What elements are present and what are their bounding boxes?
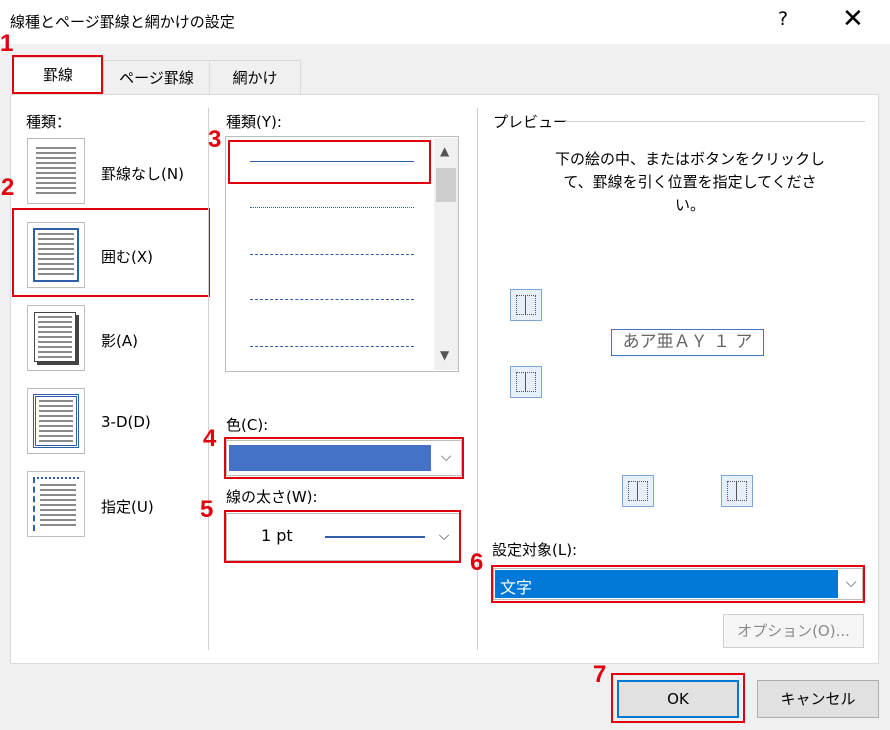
- column-divider: [208, 108, 209, 650]
- window-title: 線種とページ罫線と網かけの設定: [10, 13, 235, 31]
- setting-shadow-label[interactable]: 影(A): [101, 330, 138, 351]
- annotation-number: 5: [200, 496, 214, 523]
- color-label: 色(C):: [226, 416, 269, 434]
- style-heading: 種類(Y):: [226, 113, 282, 131]
- left-border-button-icon[interactable]: [622, 475, 654, 507]
- highlight-color: [224, 437, 464, 479]
- annotation-number: 2: [1, 174, 15, 201]
- highlight-apply-to: [491, 565, 865, 603]
- 3d-preview-icon[interactable]: [27, 388, 85, 454]
- preview-sample-text[interactable]: あア亜ＡＹ １ ア: [611, 329, 764, 356]
- scroll-down-icon[interactable]: ▼: [440, 348, 449, 362]
- line-style-dash[interactable]: [250, 299, 414, 300]
- setting-heading: 種類：: [26, 113, 72, 131]
- annotation-number: 3: [208, 126, 222, 153]
- setting-custom-label[interactable]: 指定(U): [101, 496, 154, 517]
- setting-3d-label[interactable]: 3-D(D): [101, 413, 151, 431]
- width-label: 線の太さ(W):: [226, 488, 318, 506]
- options-button[interactable]: オプション(O)...: [723, 614, 864, 648]
- annotation-number: 7: [593, 661, 607, 688]
- title-bar: 線種とページ罫線と網かけの設定 ? ✕: [0, 0, 890, 44]
- tab-label: ページ罫線: [119, 69, 194, 87]
- highlight-line-style: [228, 140, 431, 184]
- custom-preview-icon[interactable]: [27, 471, 85, 537]
- none-preview-icon[interactable]: [27, 138, 85, 204]
- cancel-button[interactable]: キャンセル: [757, 680, 879, 718]
- highlight-width: [224, 510, 461, 563]
- right-border-button-icon[interactable]: [721, 475, 753, 507]
- preview-instructions: 下の絵の中、またはボタンをクリックして、罫線を引く位置を指定してください。: [554, 150, 825, 214]
- line-style-dotted[interactable]: [250, 207, 414, 208]
- annotation-number: 1: [0, 30, 14, 57]
- apply-to-label: 設定対象(L):: [492, 541, 578, 559]
- preview-heading-rule: [565, 121, 865, 122]
- highlight-tab: [12, 55, 103, 94]
- tab-label: 網かけ: [232, 69, 278, 87]
- setting-none-label[interactable]: 罫線なし(N): [101, 163, 184, 184]
- tab-page-borders[interactable]: ページ罫線: [102, 60, 211, 95]
- highlight-box: [12, 208, 210, 297]
- highlight-ok: [611, 673, 745, 723]
- annotation-number: 4: [203, 425, 217, 452]
- top-border-button-icon[interactable]: [510, 289, 542, 321]
- line-style-dash-dot[interactable]: [250, 346, 414, 347]
- bottom-border-button-icon[interactable]: [510, 366, 542, 398]
- tab-shading[interactable]: 網かけ: [209, 60, 301, 95]
- line-style-small-dash[interactable]: [250, 254, 414, 255]
- shadow-preview-icon[interactable]: [27, 305, 85, 371]
- scroll-up-icon[interactable]: ▲: [440, 144, 449, 158]
- scrollbar-thumb[interactable]: [436, 168, 456, 202]
- preview-heading: プレビュー: [493, 113, 569, 131]
- help-button[interactable]: ?: [778, 8, 788, 30]
- annotation-number: 6: [470, 549, 484, 576]
- close-icon[interactable]: ✕: [842, 4, 864, 34]
